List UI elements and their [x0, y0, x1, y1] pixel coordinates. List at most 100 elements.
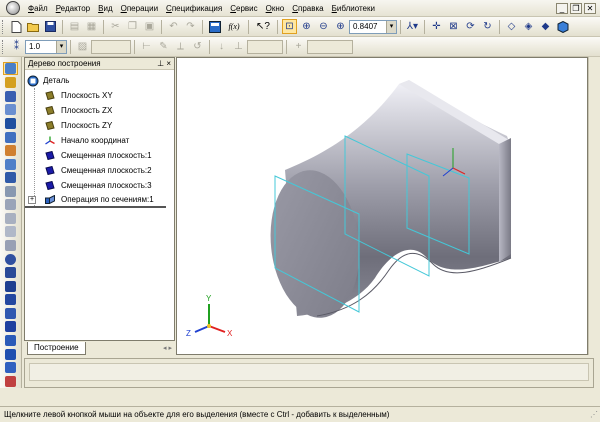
- tool-rib-icon[interactable]: [3, 280, 18, 292]
- tool-report-icon[interactable]: [3, 172, 18, 184]
- menu-libraries[interactable]: Библиотеки: [328, 4, 379, 13]
- preview-icon[interactable]: ▦: [84, 19, 99, 34]
- grid-step-icon[interactable]: ⁑: [9, 39, 24, 54]
- expand-icon[interactable]: +: [28, 196, 36, 204]
- loft-body[interactable]: [264, 80, 512, 322]
- hidden-lines-icon[interactable]: ◈: [521, 19, 536, 34]
- zoom-value: 0.8407: [353, 22, 378, 31]
- copy-icon[interactable]: ❐: [125, 19, 140, 34]
- menu-file[interactable]: Файл: [24, 4, 52, 13]
- tool-measure-icon[interactable]: [3, 145, 18, 157]
- manager-icon[interactable]: [207, 19, 222, 34]
- zoom-in-icon[interactable]: ⊕: [299, 19, 314, 34]
- model-viewport[interactable]: Y X Z: [176, 57, 588, 355]
- menu-help[interactable]: Справка: [288, 4, 327, 13]
- menu-service[interactable]: Сервис: [226, 4, 261, 13]
- tab-build[interactable]: Построение: [27, 341, 86, 355]
- redo-icon[interactable]: ↷: [183, 19, 198, 34]
- round-icon[interactable]: ↺: [190, 39, 205, 54]
- zoom-out-icon[interactable]: ⊖: [316, 19, 331, 34]
- new-document-icon[interactable]: [9, 19, 24, 34]
- tool-extrude-icon[interactable]: [3, 199, 18, 211]
- show-all-icon[interactable]: ⊠: [446, 19, 461, 34]
- layer-field[interactable]: [91, 39, 131, 54]
- tool-dimension-icon[interactable]: [3, 117, 18, 130]
- zoom-scale-icon[interactable]: ⊕: [333, 19, 348, 34]
- tree-item-offset-plane-1[interactable]: Смещенная плоскость:1: [25, 148, 174, 163]
- tree-item-offset-plane-3[interactable]: Смещенная плоскость:3: [25, 178, 174, 193]
- tool-revolve-icon[interactable]: [3, 212, 18, 225]
- tool-fillet-icon[interactable]: [3, 253, 18, 265]
- chevron-down-icon[interactable]: ▾: [56, 40, 66, 53]
- tool-array-icon[interactable]: [3, 294, 18, 306]
- shaded-icon[interactable]: ◆: [538, 19, 553, 34]
- open-folder-icon[interactable]: [26, 19, 41, 34]
- tool-part-icon[interactable]: [3, 185, 18, 198]
- minimize-button[interactable]: _: [556, 2, 568, 14]
- menu-specification[interactable]: Спецификация: [162, 4, 226, 13]
- tool-geometry-icon[interactable]: [3, 90, 18, 103]
- toolbar-grip[interactable]: [2, 39, 5, 54]
- resize-grip-icon[interactable]: ⋰: [590, 410, 598, 419]
- tool-assembly-icon[interactable]: [3, 348, 18, 360]
- menu-view[interactable]: Вид: [94, 4, 116, 13]
- zoom-window-icon[interactable]: ⊡: [282, 19, 297, 34]
- tool-sheet-icon[interactable]: [3, 362, 18, 374]
- zoom-combobox[interactable]: 0.8407 ▾: [349, 19, 397, 34]
- tab-nav-arrows-icon[interactable]: ◂ ▸: [163, 344, 172, 352]
- tool-shell-icon[interactable]: [3, 267, 18, 279]
- tool-sketch-icon[interactable]: [3, 77, 18, 89]
- tool-body-icon[interactable]: [3, 334, 18, 347]
- tree-item-offset-plane-2[interactable]: Смещенная плоскость:2: [25, 163, 174, 178]
- pin-close-icon[interactable]: ⊥ ×: [157, 59, 171, 68]
- help-cursor-icon[interactable]: ↖?: [253, 19, 273, 34]
- cursor-y-field[interactable]: [307, 39, 353, 54]
- tool-cut-icon[interactable]: [3, 240, 18, 252]
- tree-item-origin[interactable]: Начало координат: [25, 133, 174, 148]
- tree-item-plane-zy[interactable]: Плоскость ZY: [25, 118, 174, 133]
- menu-editor[interactable]: Редактор: [52, 4, 94, 13]
- tool-filter-icon[interactable]: [3, 131, 18, 143]
- close-button[interactable]: ✕: [584, 2, 596, 14]
- scale-combobox[interactable]: 1.0 ▾: [25, 39, 67, 54]
- undo-icon[interactable]: ↶: [166, 19, 181, 34]
- chevron-down-icon[interactable]: ▾: [386, 20, 396, 33]
- tool-loft-icon[interactable]: [3, 226, 18, 238]
- axis-icon[interactable]: ↓: [214, 39, 229, 54]
- shaded-edges-icon[interactable]: [555, 19, 570, 34]
- wireframe-icon[interactable]: ◇: [504, 19, 519, 34]
- tree-item-label: Плоскость ZX: [61, 106, 113, 115]
- tool-edit-icon[interactable]: [3, 104, 18, 116]
- refresh-icon[interactable]: ↻: [480, 19, 495, 34]
- cut-icon[interactable]: ✂: [108, 19, 123, 34]
- coordinate-icon[interactable]: +: [291, 39, 306, 54]
- print-icon[interactable]: ▤: [67, 19, 82, 34]
- orthogonal-icon[interactable]: ⊢: [139, 39, 154, 54]
- menu-window[interactable]: Окно: [262, 4, 289, 13]
- tool-select-icon[interactable]: [3, 62, 18, 75]
- tool-spec-icon[interactable]: [3, 158, 18, 170]
- pan-icon[interactable]: ✛: [429, 19, 444, 34]
- save-icon[interactable]: [43, 19, 58, 34]
- tree-item-plane-zx[interactable]: Плоскость ZX: [25, 103, 174, 118]
- app-icon[interactable]: [6, 1, 20, 15]
- paste-icon[interactable]: ▣: [142, 19, 157, 34]
- cursor-x-field[interactable]: [247, 39, 283, 54]
- viewport-scrollbar[interactable]: [588, 57, 600, 355]
- cursor-icon[interactable]: ⊥: [231, 39, 246, 54]
- local-cs-icon[interactable]: ⟂: [173, 39, 188, 54]
- orientation-icon[interactable]: ⅄▾: [405, 19, 420, 34]
- tree-item-plane-xy[interactable]: Плоскость XY: [25, 88, 174, 103]
- restore-button[interactable]: ❐: [570, 2, 582, 14]
- tree-item-loft-operation[interactable]: + Операция по сечениям:1: [25, 193, 166, 208]
- tool-mirror-icon[interactable]: [3, 307, 18, 320]
- tool-library-icon[interactable]: [3, 375, 18, 387]
- rotate-icon[interactable]: ⟳: [463, 19, 478, 34]
- snap-icon[interactable]: ✎: [156, 39, 171, 54]
- tree-root-detail[interactable]: Деталь: [25, 73, 174, 88]
- toolbar-grip[interactable]: [2, 19, 5, 34]
- layer-icon[interactable]: ▨: [75, 39, 90, 54]
- tool-surface-icon[interactable]: [3, 321, 18, 333]
- menu-operations[interactable]: Операции: [117, 4, 162, 13]
- variables-button[interactable]: f(x): [224, 19, 244, 34]
